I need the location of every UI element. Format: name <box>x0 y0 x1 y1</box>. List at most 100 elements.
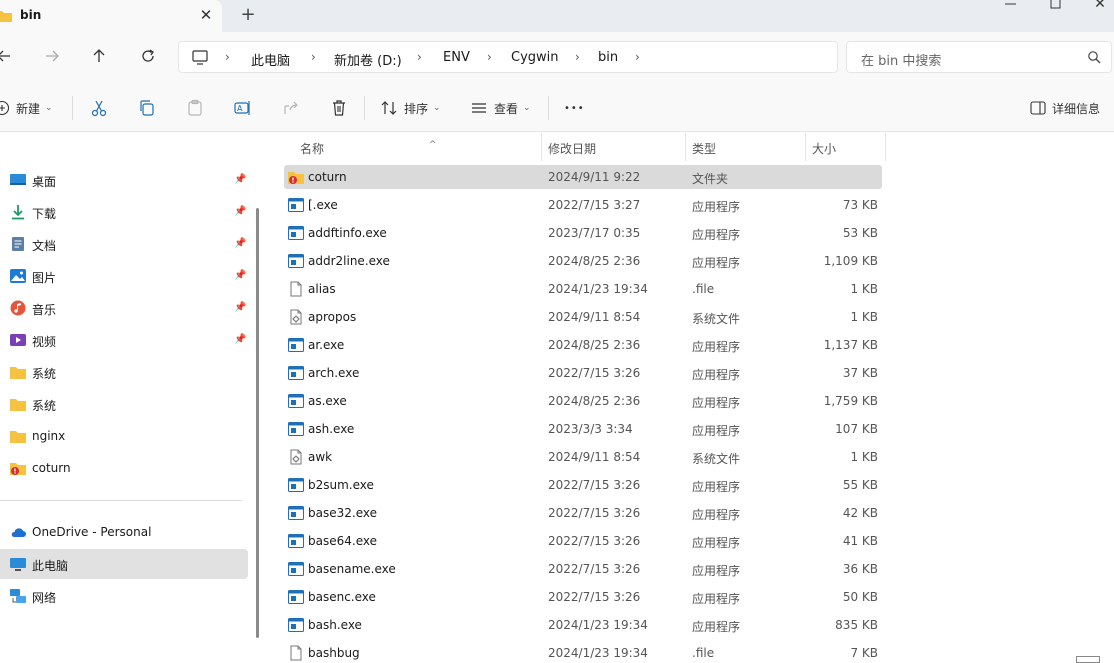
tab-close-icon[interactable]: ✕ <box>196 5 216 25</box>
file-row[interactable]: base64.exe 2022/7/15 3:26 应用程序 41 KB <box>284 529 882 553</box>
file-type: 系统文件 <box>692 312 741 326</box>
command-bar: 新建 ⌄ A 排序 ⌄ 查看 ⌄ ••• 详细信息 <box>0 82 1114 132</box>
breadcrumb-item-cygwin[interactable]: Cygwin <box>511 50 559 65</box>
search-box[interactable]: 在 bin 中搜索 <box>846 41 1112 73</box>
sidebar-item-documents[interactable]: 文档 📌 <box>0 229 248 259</box>
refresh-button[interactable] <box>136 44 160 68</box>
details-pane-button[interactable]: 详细信息 <box>1030 96 1100 120</box>
file-row[interactable]: addftinfo.exe 2023/7/17 0:35 应用程序 53 KB <box>284 221 882 245</box>
column-divider[interactable] <box>885 133 886 161</box>
share-button[interactable] <box>282 96 300 120</box>
forward-button[interactable] <box>40 44 64 68</box>
view-button[interactable]: 查看 ⌄ <box>470 96 531 120</box>
exe-icon <box>288 422 304 436</box>
new-button[interactable]: 新建 ⌄ <box>0 96 53 120</box>
sidebar-scrollbar[interactable] <box>256 208 259 638</box>
file-row[interactable]: apropos 2024/9/11 8:54 系统文件 1 KB <box>284 305 882 329</box>
maximize-icon[interactable] <box>1046 0 1066 13</box>
sidebar-item-onedrive[interactable]: OneDrive - Personal <box>0 517 248 547</box>
sidebar-item-label: 系统 <box>32 399 57 413</box>
rename-button[interactable]: A <box>234 96 252 120</box>
breadcrumb-item-this-pc[interactable]: 此电脑 <box>251 50 290 69</box>
file-name: b2sum.exe <box>308 478 374 492</box>
file-row[interactable]: ar.exe 2024/8/25 2:36 应用程序 1,137 KB <box>284 333 882 357</box>
sidebar-item-network[interactable]: 网络 <box>0 581 248 611</box>
file-row[interactable]: basename.exe 2022/7/15 3:26 应用程序 36 KB <box>284 557 882 581</box>
copy-button[interactable] <box>138 96 156 120</box>
file-size: 37 KB <box>842 366 878 380</box>
file-type: 应用程序 <box>692 200 741 214</box>
file-row[interactable]: coturn 2024/9/11 9:22 文件夹 <box>284 165 882 189</box>
file-row[interactable]: bash.exe 2024/1/23 19:34 应用程序 835 KB <box>284 613 882 637</box>
tab-bar: bin ✕ + ✕ <box>0 0 1114 32</box>
minimize-icon[interactable] <box>1000 0 1022 12</box>
sidebar-item-folder-system-2[interactable]: 系统 <box>0 389 248 419</box>
breadcrumb-item-bin[interactable]: bin <box>598 50 618 65</box>
sidebar-item-folder-coturn[interactable]: coturn <box>0 453 248 483</box>
sidebar-item-videos[interactable]: 视频 📌 <box>0 325 248 355</box>
view-button-label: 查看 <box>494 101 519 116</box>
file-row[interactable]: b2sum.exe 2022/7/15 3:26 应用程序 55 KB <box>284 473 882 497</box>
file-row[interactable]: basenc.exe 2022/7/15 3:26 应用程序 50 KB <box>284 585 882 609</box>
folder-icon <box>10 367 26 379</box>
sidebar-item-music[interactable]: 音乐 📌 <box>0 293 248 323</box>
file-size: 1 KB <box>850 310 878 324</box>
breadcrumb-separator[interactable]: › <box>635 50 640 64</box>
breadcrumb-item-env[interactable]: ENV <box>443 50 470 65</box>
column-header-type[interactable]: 类型 <box>686 133 804 161</box>
file-row[interactable]: addr2line.exe 2024/8/25 2:36 应用程序 1,109 KB <box>284 249 882 273</box>
file-row[interactable]: base32.exe 2022/7/15 3:26 应用程序 42 KB <box>284 501 882 525</box>
search-input[interactable]: 在 bin 中搜索 <box>861 50 941 69</box>
up-button[interactable] <box>87 44 111 68</box>
sort-button[interactable]: 排序 ⌄ <box>380 96 441 120</box>
scissors-icon <box>91 100 107 117</box>
sidebar-item-folder-nginx[interactable]: nginx <box>0 421 248 451</box>
toolbar-divider <box>364 96 365 120</box>
file-row[interactable]: awk 2024/9/11 8:54 系统文件 1 KB <box>284 445 882 469</box>
breadcrumb-item-drive-d[interactable]: 新加卷 (D:) <box>334 50 402 69</box>
file-modified-date: 2024/1/23 19:34 <box>548 618 648 632</box>
file-row[interactable]: as.exe 2024/8/25 2:36 应用程序 1,759 KB <box>284 389 882 413</box>
cloud-icon <box>11 528 26 537</box>
file-row[interactable]: ash.exe 2023/3/3 3:34 应用程序 107 KB <box>284 417 882 441</box>
file-row[interactable]: arch.exe 2022/7/15 3:26 应用程序 37 KB <box>284 361 882 385</box>
window-close-icon[interactable]: ✕ <box>1090 0 1110 12</box>
copy-icon <box>140 100 154 116</box>
navigation-bar: › 此电脑 › 新加卷 (D:) › ENV › Cygwin › bin › … <box>0 32 1114 82</box>
column-header-date[interactable]: 修改日期 <box>542 133 686 161</box>
exe-icon <box>288 198 304 212</box>
file-type: .file <box>692 646 715 660</box>
sidebar-item-downloads[interactable]: 下载 📌 <box>0 197 248 227</box>
folder-icon <box>10 431 26 443</box>
sidebar-item-this-pc[interactable]: 此电脑 <box>0 549 248 579</box>
file-name: as.exe <box>308 394 347 408</box>
sidebar-item-desktop[interactable]: 桌面 📌 <box>0 165 248 195</box>
tab-bin[interactable]: bin ✕ <box>0 0 222 32</box>
pc-icon <box>10 558 26 571</box>
file-type: 应用程序 <box>692 228 741 242</box>
video-icon <box>10 334 26 346</box>
resize-grip[interactable] <box>1076 656 1100 663</box>
paste-button[interactable] <box>186 96 204 120</box>
more-options-button[interactable]: ••• <box>564 96 585 120</box>
file-modified-date: 2022/7/15 3:26 <box>548 506 641 520</box>
file-row[interactable]: bashbug 2024/1/23 19:34 .file 7 KB <box>284 641 882 663</box>
file-row[interactable]: [.exe 2022/7/15 3:27 应用程序 73 KB <box>284 193 882 217</box>
file-type: 应用程序 <box>692 480 741 494</box>
sidebar-item-pictures[interactable]: 图片 📌 <box>0 261 248 291</box>
sidebar-item-folder-system[interactable]: 系统 <box>0 357 248 387</box>
file-name: base32.exe <box>308 506 377 520</box>
cut-button[interactable] <box>90 96 108 120</box>
file-size: 42 KB <box>842 506 878 520</box>
delete-button[interactable] <box>330 96 348 120</box>
file-modified-date: 2024/9/11 8:54 <box>548 310 641 324</box>
file-row[interactable]: alias 2024/1/23 19:34 .file 1 KB <box>284 277 882 301</box>
address-bar[interactable]: › 此电脑 › 新加卷 (D:) › ENV › Cygwin › bin › <box>178 41 838 73</box>
file-modified-date: 2024/9/11 9:22 <box>548 170 641 184</box>
file-modified-date: 2022/7/15 3:27 <box>548 198 641 212</box>
new-tab-icon[interactable]: + <box>236 4 260 26</box>
file-name: base64.exe <box>308 534 377 548</box>
column-header-size[interactable]: 大小 <box>806 133 886 161</box>
back-button[interactable] <box>0 44 16 68</box>
column-header-name[interactable]: 名称 ^ <box>284 133 542 161</box>
